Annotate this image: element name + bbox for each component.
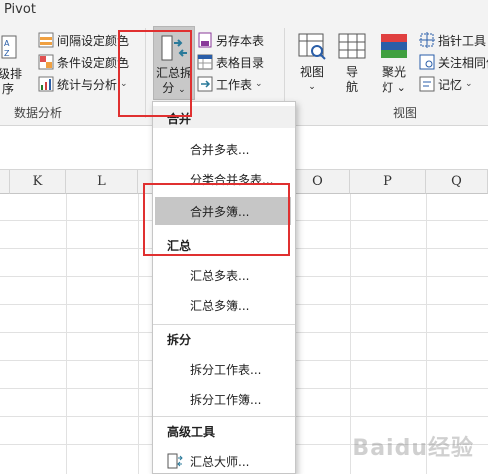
svg-text:A: A: [4, 39, 10, 48]
worksheet-button[interactable]: 工作表 ⌄: [197, 74, 263, 94]
table-directory-label: 表格目录: [216, 55, 265, 70]
conditional-color-button[interactable]: 条件设定颜色: [38, 52, 129, 72]
menu-item-merge-workbooks[interactable]: 合并多簿...: [155, 197, 291, 225]
menu-section-split-title: 拆分: [167, 333, 192, 347]
watch-same-value-icon: [419, 54, 435, 70]
watch-same-value-button[interactable]: 关注相同值: [419, 52, 488, 72]
pointer-tool-icon: [419, 32, 435, 48]
menu-item-split-workbook[interactable]: 拆分工作簿...: [153, 385, 295, 413]
sort-icon: A Z: [0, 34, 18, 64]
menu-item-merge-sheets-label: 合并多表...: [190, 142, 250, 157]
gridline: [350, 194, 351, 474]
summary-split-icon: [159, 33, 189, 63]
menu-item-category-merge-sheets-label: 分类合并多表...: [190, 172, 274, 187]
chevron-down-icon: ⌄: [308, 82, 316, 92]
menu-section-merge-title: 合并: [167, 112, 192, 126]
spotlight-label-1: 聚光: [381, 65, 406, 79]
group-label-data-analysis: 数据分析: [14, 106, 63, 120]
interval-color-label: 间隔设定颜色: [57, 33, 130, 48]
summary-split-label-2-text: 分: [162, 81, 175, 95]
navigation-label-2: 航: [345, 80, 358, 94]
stats-analysis-label: 统计与分析: [57, 77, 118, 92]
menu-item-summarize-workbooks-label: 汇总多簿...: [190, 298, 250, 313]
column-o-label: O: [312, 174, 323, 189]
pointer-tool-button[interactable]: 指针工具: [419, 30, 486, 50]
chevron-down-icon: ⌄: [178, 85, 186, 95]
summary-split-button[interactable]: 汇总拆 分 ⌄: [153, 26, 195, 100]
menu-item-summarize-sheets[interactable]: 汇总多表...: [153, 261, 295, 289]
menu-item-summary-master[interactable]: 汇总大师...: [153, 447, 295, 474]
navigation-icon: [337, 32, 367, 62]
chevron-down-icon: ⌄: [255, 79, 263, 89]
menu-divider: [153, 324, 295, 325]
menu-item-summary-master-label: 汇总大师...: [190, 454, 250, 469]
menu-section-summary-title: 汇总: [167, 239, 192, 253]
menu-section-advanced-title: 高级工具: [167, 425, 216, 439]
menu-divider: [153, 416, 295, 417]
menu-item-split-workbook-label: 拆分工作簿...: [190, 392, 262, 407]
group-label-view: 视图: [393, 106, 418, 120]
sort-button-label-2: 序: [1, 82, 14, 96]
stats-icon: [38, 76, 54, 92]
save-as-sheet-label: 另存本表: [216, 33, 265, 48]
memory-label: 记忆: [438, 77, 463, 92]
save-sheet-icon: [197, 32, 213, 48]
column-header-blank: [0, 170, 10, 194]
gridline: [66, 194, 67, 474]
menu-item-category-merge-sheets[interactable]: 分类合并多表...: [153, 165, 295, 193]
menu-item-summarize-sheets-label: 汇总多表...: [190, 268, 250, 283]
menu-item-summarize-workbooks[interactable]: 汇总多簿...: [153, 291, 295, 319]
conditional-color-label: 条件设定颜色: [57, 55, 130, 70]
column-q-label: Q: [451, 174, 462, 189]
summary-split-menu: 合并 合并多表... 分类合并多表... 合并多簿... 汇总 汇总多表... …: [152, 101, 296, 474]
view-button[interactable]: 视图 ⌄: [294, 32, 330, 95]
column-p-label: P: [383, 174, 392, 189]
pointer-tool-label: 指针工具: [438, 33, 487, 48]
worksheet-icon: [197, 76, 213, 92]
interval-color-icon: [38, 32, 54, 48]
menu-item-merge-sheets[interactable]: 合并多表...: [153, 135, 295, 163]
column-k-label: K: [32, 174, 43, 189]
stats-analysis-button[interactable]: 统计与分析 ⌄: [38, 74, 128, 94]
chevron-down-icon: ⌄: [120, 79, 128, 89]
gridline: [138, 194, 139, 474]
memory-button[interactable]: 记忆 ⌄: [419, 74, 473, 94]
sort-button-partial[interactable]: A Z 级排 序: [0, 34, 24, 97]
save-as-sheet-button[interactable]: 另存本表: [197, 30, 264, 50]
tab-pivot[interactable]: Pivot: [4, 2, 36, 17]
navigation-label-1: 导: [345, 65, 358, 79]
group-divider: [145, 28, 146, 118]
conditional-color-icon: [38, 54, 54, 70]
menu-item-merge-workbooks-label: 合并多簿...: [190, 204, 250, 219]
chevron-down-icon: ⌄: [465, 79, 473, 89]
navigation-button[interactable]: 导 航: [336, 32, 368, 95]
summary-split-label-2: 分 ⌄: [154, 81, 194, 98]
column-header-k[interactable]: K: [10, 170, 66, 194]
svg-text:Z: Z: [4, 49, 10, 58]
interval-color-button[interactable]: 间隔设定颜色: [38, 30, 129, 50]
watermark-logo: Baidu经验: [352, 436, 474, 461]
watch-same-value-label: 关注相同值: [438, 55, 488, 70]
menu-item-split-worksheet[interactable]: 拆分工作表...: [153, 355, 295, 383]
sort-button-label-1: 级排: [0, 67, 22, 81]
column-header-l[interactable]: L: [66, 170, 138, 194]
view-button-label: 视图: [299, 65, 324, 79]
table-directory-button[interactable]: 表格目录: [197, 52, 264, 72]
menu-item-split-worksheet-label: 拆分工作表...: [190, 362, 262, 377]
column-header-p[interactable]: P: [350, 170, 426, 194]
view-icon: [297, 32, 327, 62]
memory-icon: [419, 76, 435, 92]
spotlight-icon: [379, 32, 409, 62]
worksheet-label: 工作表: [216, 77, 253, 92]
spotlight-label-2: 灯 ⌄: [382, 81, 406, 94]
ribbon-tab-bar: Pivot: [0, 0, 488, 22]
summary-split-label-1: 汇总拆: [155, 66, 192, 80]
spotlight-button[interactable]: 聚光 灯 ⌄: [376, 32, 412, 95]
summary-master-icon: [167, 453, 183, 469]
column-l-label: L: [97, 174, 106, 189]
table-directory-icon: [197, 54, 213, 70]
column-header-q[interactable]: Q: [426, 170, 488, 194]
